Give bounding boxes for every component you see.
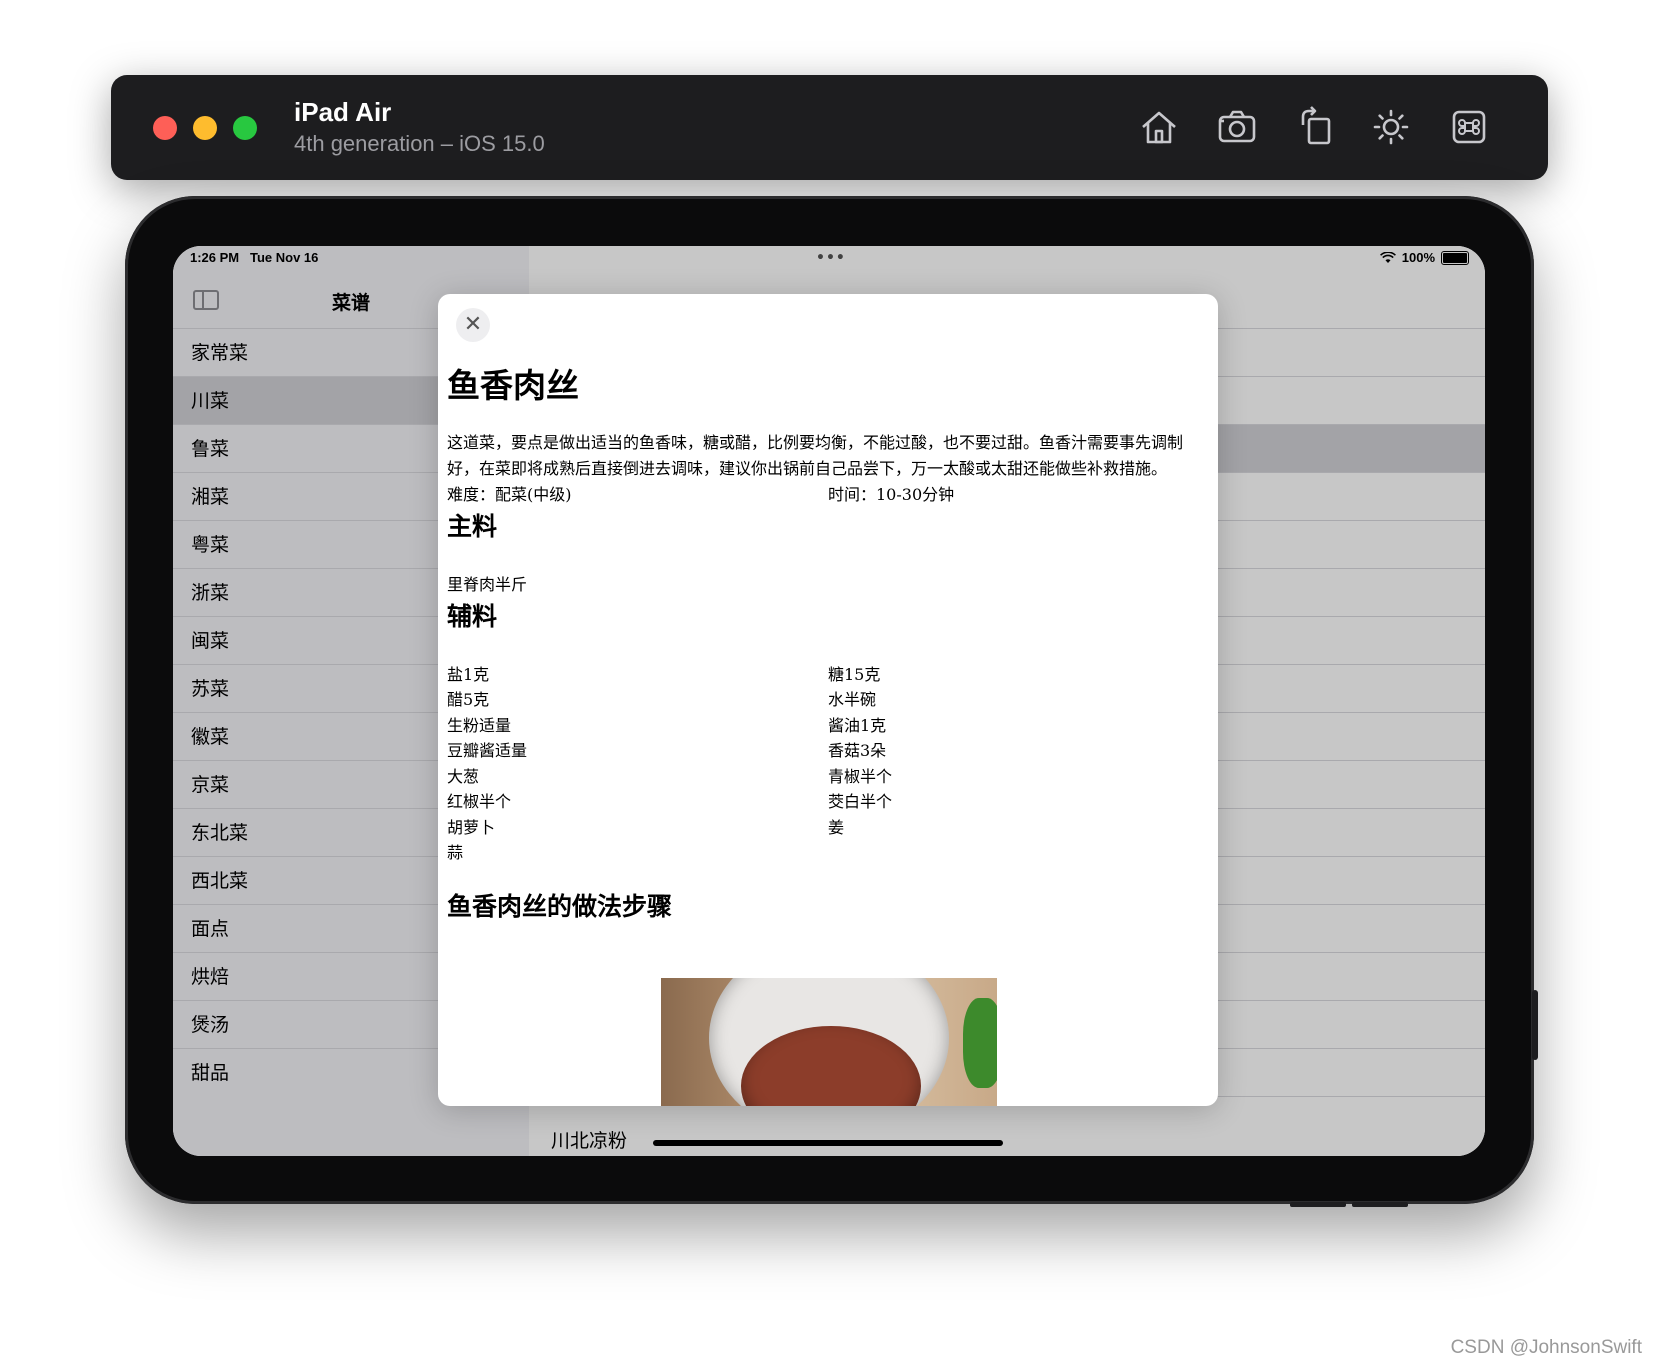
screenshot-icon[interactable] — [1215, 105, 1259, 149]
steps-heading: 鱼香肉丝的做法步骤 — [447, 891, 673, 921]
simulator-device-version: 4th generation – iOS 15.0 — [294, 131, 545, 156]
recipe-document: 鱼香肉丝 这道菜，要点是做出适当的鱼香味，糖或醋，比例要均衡，不能过酸，也不要过… — [447, 364, 1209, 924]
close-window-button[interactable] — [153, 116, 177, 140]
device-volume-button — [1290, 1202, 1346, 1207]
recipe-meta: 难度：配菜(中级) 时间：10-30分钟 — [447, 482, 1209, 508]
ingredient-item: 香菇3朵 — [828, 741, 887, 760]
main-ingredients-list: 里脊肉半斤 — [447, 572, 1209, 598]
ingredient-item: 青椒半个 — [828, 766, 893, 786]
ingredient-item: 红椒半个 — [447, 792, 512, 811]
ipad-screen: 菜谱 家常菜 川菜 鲁菜 湘菜 粤菜 浙菜 闽菜 苏菜 徽菜 京菜 东北菜 西北菜 面点 烘焙 煲汤 甜品 川… — [173, 246, 1485, 1156]
simulator-titlebar: iPad Air 4th generation – iOS 15.0 — [111, 75, 1548, 180]
ingredient-item: 水半碗 — [828, 690, 877, 709]
ingredient-item: 醋5克 — [447, 690, 490, 709]
shortcut-icon[interactable] — [1447, 105, 1491, 149]
recipe-step-image — [661, 978, 997, 1106]
ingredient-item: 里脊肉半斤 — [447, 575, 528, 594]
watermark: CSDN @JohnsonSwift — [1450, 1337, 1642, 1358]
recipe-title: 鱼香肉丝 — [447, 366, 579, 405]
device-volume-button — [1352, 1202, 1408, 1207]
ingredient-item: 蒜 — [447, 843, 464, 862]
home-icon[interactable] — [1137, 105, 1181, 149]
aux-ingredients-heading: 辅料 — [447, 601, 498, 631]
minimize-window-button[interactable] — [193, 116, 217, 140]
ingredient-item: 豆瓣酱适量 — [447, 741, 528, 760]
recipe-modal: ✕ 鱼香肉丝 这道菜，要点是做出适当的鱼香味，糖或醋，比例要均衡，不能过酸，也不… — [438, 294, 1218, 1106]
recipe-time: 时间：10-30分钟 — [828, 485, 955, 504]
device-side-button — [1532, 990, 1538, 1060]
zoom-window-button[interactable] — [233, 116, 257, 140]
aux-ingredients-list: 盐1克 糖15克醋5克 水半碗生粉适量 酱油1克豆瓣酱适量 香菇3朵大葱 青椒半个红椒半个… — [447, 662, 1209, 866]
ingredient-item: 大葱 — [447, 766, 480, 786]
ingredient-item: 茭白半个 — [828, 792, 893, 811]
recipe-intro: 这道菜，要点是做出适当的鱼香味，糖或醋，比例要均衡，不能过酸，也不要过甜。鱼香汁… — [447, 433, 1184, 478]
close-icon[interactable]: ✕ — [456, 308, 490, 342]
ingredient-item: 姜 — [828, 817, 845, 837]
ingredient-item: 盐1克 — [447, 664, 490, 684]
rotate-icon[interactable] — [1293, 105, 1337, 149]
pepper-image-shape — [963, 998, 997, 1088]
main-ingredients-heading: 主料 — [447, 512, 498, 541]
appearance-icon[interactable] — [1369, 105, 1413, 149]
ingredient-item: 胡萝卜 — [447, 817, 496, 837]
ingredient-item: 糖15克 — [828, 664, 881, 684]
ingredient-item: 生粉适量 — [447, 715, 512, 735]
recipe-difficulty: 难度：配菜(中级) — [447, 485, 572, 504]
simulator-device-name: iPad Air — [294, 97, 392, 127]
ingredient-item: 酱油1克 — [828, 715, 887, 735]
home-indicator[interactable] — [653, 1140, 1003, 1146]
